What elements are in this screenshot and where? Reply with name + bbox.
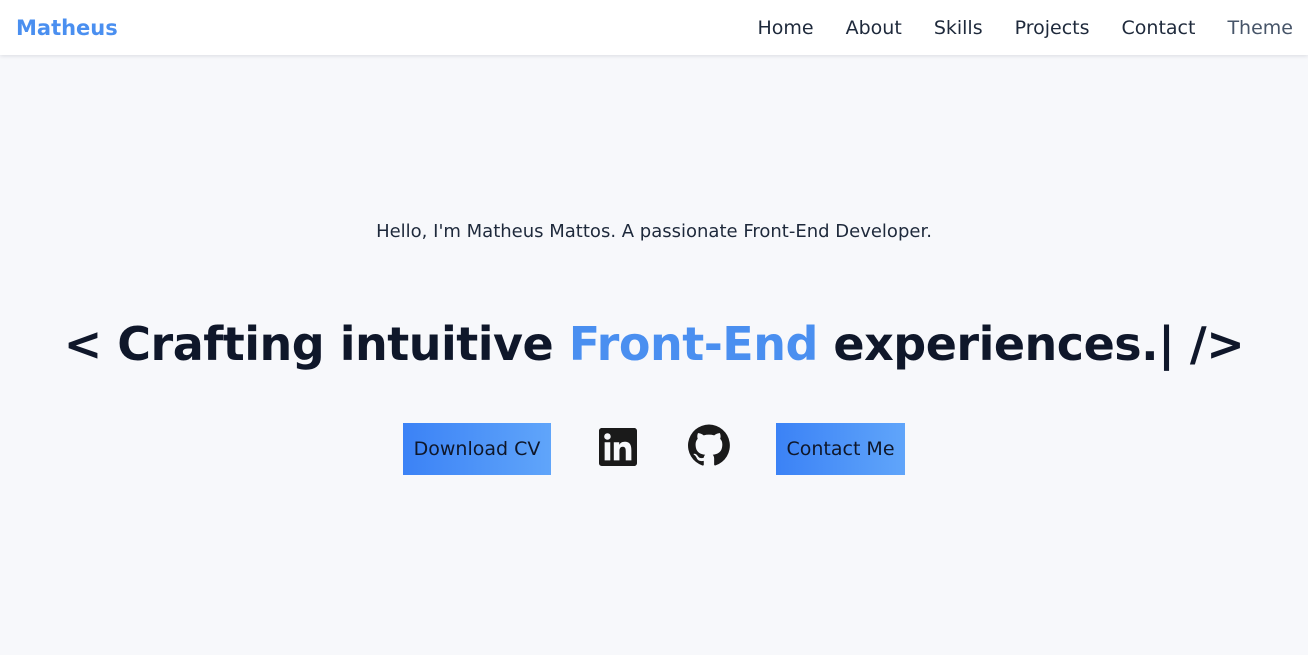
linkedin-glyph	[599, 428, 637, 466]
hero-actions: Download CV Contact Me	[0, 423, 1308, 475]
nav-link-skills[interactable]: Skills	[934, 17, 983, 39]
headline-prefix: < Crafting intuitive	[63, 317, 569, 371]
nav-link-home[interactable]: Home	[758, 17, 814, 39]
hero-section: Hello, I'm Matheus Mattos. A passionate …	[0, 55, 1308, 655]
navbar: Matheus Home About Skills Projects Conta…	[0, 0, 1308, 55]
github-icon[interactable]	[687, 423, 731, 467]
headline-suffix: experiences.| />	[817, 317, 1245, 371]
contact-me-button[interactable]: Contact Me	[776, 423, 905, 475]
nav-links: Home About Skills Projects Contact Theme	[758, 17, 1293, 39]
nav-link-about[interactable]: About	[846, 17, 902, 39]
nav-link-contact[interactable]: Contact	[1122, 17, 1196, 39]
nav-link-projects[interactable]: Projects	[1015, 17, 1090, 39]
linkedin-icon[interactable]	[596, 425, 640, 469]
github-glyph	[688, 424, 730, 466]
hero-intro: Hello, I'm Matheus Mattos. A passionate …	[376, 221, 932, 242]
hero-headline: < Crafting intuitive Front-End experienc…	[0, 317, 1308, 371]
theme-toggle[interactable]: Theme	[1227, 17, 1293, 39]
brand-logo[interactable]: Matheus	[16, 16, 118, 40]
headline-accent: Front-End	[568, 317, 819, 371]
download-cv-button[interactable]: Download CV	[403, 423, 551, 475]
